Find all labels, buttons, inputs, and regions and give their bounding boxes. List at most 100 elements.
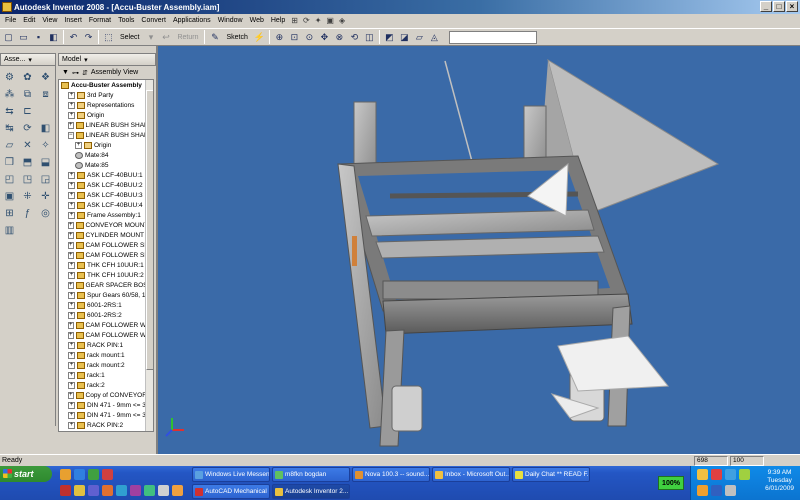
tree-item[interactable]: + CAM FOLLOWER SPAC (59, 240, 153, 250)
zoom-level-indicator[interactable]: 100% (658, 476, 684, 490)
menu-window[interactable]: Window (215, 17, 246, 24)
tree-item[interactable]: +6001-2RS:2 (59, 310, 153, 320)
taskbar-button[interactable]: Nova 100.3 -- sound... (352, 467, 430, 482)
open-folder-icon[interactable]: ▭ (17, 30, 30, 44)
tree-item[interactable]: + Spur Gears 60/58, 147 (59, 290, 153, 300)
create-component-icon[interactable]: ✿ (20, 70, 35, 84)
tree-item[interactable]: + Origin (59, 110, 153, 120)
tree-expander-icon[interactable]: + (68, 321, 74, 329)
restore-button[interactable]: □ (773, 1, 785, 12)
place-component-icon[interactable]: ⚙ (2, 70, 17, 84)
look-at-icon[interactable]: ◫ (363, 30, 376, 44)
start-button[interactable]: start (0, 466, 52, 482)
tree-expander-icon[interactable]: + (68, 411, 75, 419)
box-icon[interactable]: ▣ (2, 189, 17, 203)
new-file-icon[interactable]: ▢ (2, 30, 15, 44)
tree-expander-icon[interactable]: + (68, 91, 75, 99)
tree-item[interactable]: + rack:1 (59, 370, 153, 380)
zoom-selected-icon[interactable]: ⊗ (333, 30, 346, 44)
camera-icon[interactable]: ◪ (398, 30, 411, 44)
tree-expander-icon[interactable]: + (68, 221, 74, 229)
quick-launch-icon[interactable] (158, 485, 169, 496)
tree-item[interactable]: + RACK PIN:2 (59, 420, 153, 430)
replace-icon[interactable]: ⇆ (2, 104, 17, 118)
quick-launch-icon[interactable] (60, 485, 71, 496)
tree-expander-icon[interactable]: + (68, 101, 75, 109)
tree-item[interactable]: + RACK PIN:1 (59, 340, 153, 350)
quick-launch-icon[interactable] (74, 469, 85, 480)
tree-expander-icon[interactable]: + (68, 291, 75, 299)
weld-icon[interactable]: ❒ (2, 155, 17, 169)
grid-icon[interactable]: ⁜ (20, 189, 35, 203)
quick-launch-icon[interactable] (60, 469, 71, 480)
menu-file[interactable]: File (2, 17, 19, 24)
tree-item[interactable]: + Origin (59, 140, 153, 150)
assembly-view-icon[interactable]: ⇵ (82, 69, 88, 77)
tree-expander-icon[interactable]: + (68, 371, 75, 379)
tree-expander-icon[interactable]: + (68, 311, 75, 319)
browser-header[interactable]: Model ▾ (58, 53, 156, 66)
taskbar-button[interactable]: Daily Chat ** READ F... (512, 467, 590, 482)
rotate-icon[interactable]: ⟲ (348, 30, 361, 44)
chevron-down-icon[interactable]: ▾ (28, 56, 32, 64)
extrude-icon[interactable]: ◰ (2, 172, 17, 186)
tree-item[interactable]: + ASK LCF-40BUU:1 (59, 170, 153, 180)
tree-item[interactable]: + ASK LCF-40BUU:4 (59, 200, 153, 210)
tree-expander-icon[interactable]: + (68, 361, 75, 369)
tree-item[interactable]: − LINEAR BUSH SHAFT:2 (59, 130, 153, 140)
tree-item[interactable]: + THK CFH 10UUR:1 (59, 260, 153, 270)
tray-icon[interactable] (739, 469, 750, 480)
system-clock[interactable]: 9:39 AM Tuesday 6/01/2009 (765, 469, 794, 493)
sketch-button[interactable]: Sketch (223, 30, 250, 44)
tree-expander-icon[interactable]: + (68, 421, 75, 429)
menu-format[interactable]: Format (86, 17, 114, 24)
taskbar-button[interactable]: m8fkn bogdan (272, 467, 350, 482)
tree-item[interactable]: Mate:84 (59, 150, 153, 160)
tools-icon[interactable]: ◈ (337, 16, 347, 25)
menu-convert[interactable]: Convert (138, 17, 169, 24)
select-icon[interactable]: ⬚ (102, 30, 115, 44)
tray-icon[interactable] (697, 485, 708, 496)
quick-launch-icon[interactable] (116, 485, 127, 496)
assembly-model-graphic[interactable] (158, 46, 800, 454)
tray-icon[interactable] (711, 469, 722, 480)
tree-item[interactable]: + Copy of CONVEYOR AS (59, 390, 153, 400)
taskbar-button[interactable]: Inbox - Microsoft Out... (432, 467, 510, 482)
tree-item[interactable]: + rack mount:1 (59, 350, 153, 360)
tree-expander-icon[interactable]: + (68, 121, 74, 129)
tree-expander-icon[interactable]: + (68, 331, 74, 339)
tree-item[interactable]: + CYLINDER MOUNT COR (59, 230, 153, 240)
tree-expander-icon[interactable]: + (68, 241, 74, 249)
chevron-down-icon[interactable]: ▾ (84, 56, 88, 64)
sketch-icon[interactable]: ✎ (208, 30, 221, 44)
tree-item[interactable]: +6001-2RS:1 (59, 300, 153, 310)
tree-item[interactable]: + CAM FOLLOWER WASI (59, 320, 153, 330)
panel-bar-header[interactable]: Asse... ▾ (0, 53, 56, 66)
scrollbar-thumb[interactable] (146, 90, 153, 370)
section-view-icon[interactable]: ◧ (38, 121, 53, 135)
zoom-icon[interactable]: ⊙ (303, 30, 316, 44)
copy-icon[interactable]: ▣ (324, 16, 336, 25)
ucs-icon[interactable]: ✛ (38, 189, 53, 203)
taskbar-button[interactable]: Autodesk Inventor 2... (272, 484, 350, 499)
display-mode-icon[interactable]: ◩ (383, 30, 396, 44)
tree-expander-icon[interactable]: + (68, 111, 75, 119)
minimize-button[interactable]: _ (760, 1, 772, 12)
redo-icon[interactable]: ↷ (82, 30, 95, 44)
tree-expander-icon[interactable]: + (68, 191, 75, 199)
tree-item[interactable]: + ASK LCF-40BUU:3 (59, 190, 153, 200)
quick-launch-icon[interactable] (172, 485, 183, 496)
tree-expander-icon[interactable]: + (68, 301, 75, 309)
update-icon[interactable]: ⚡ (253, 30, 266, 44)
shadow-icon[interactable]: ▱ (413, 30, 426, 44)
menu-insert[interactable]: Insert (61, 17, 85, 24)
tree-expander-icon[interactable]: + (68, 281, 74, 289)
constraint-icon[interactable]: ⊏ (20, 104, 35, 118)
tree-expander-icon[interactable]: + (68, 231, 74, 239)
tree-item[interactable]: + THK CFH 10UUR:2 (59, 270, 153, 280)
tray-icon[interactable] (725, 469, 736, 480)
section-icon[interactable]: ◬ (428, 30, 441, 44)
tree-item[interactable]: + DIN 471 - 9mm <= 30 (59, 400, 153, 410)
tree-expander-icon[interactable]: + (68, 201, 75, 209)
menu-web[interactable]: Web (247, 17, 267, 24)
